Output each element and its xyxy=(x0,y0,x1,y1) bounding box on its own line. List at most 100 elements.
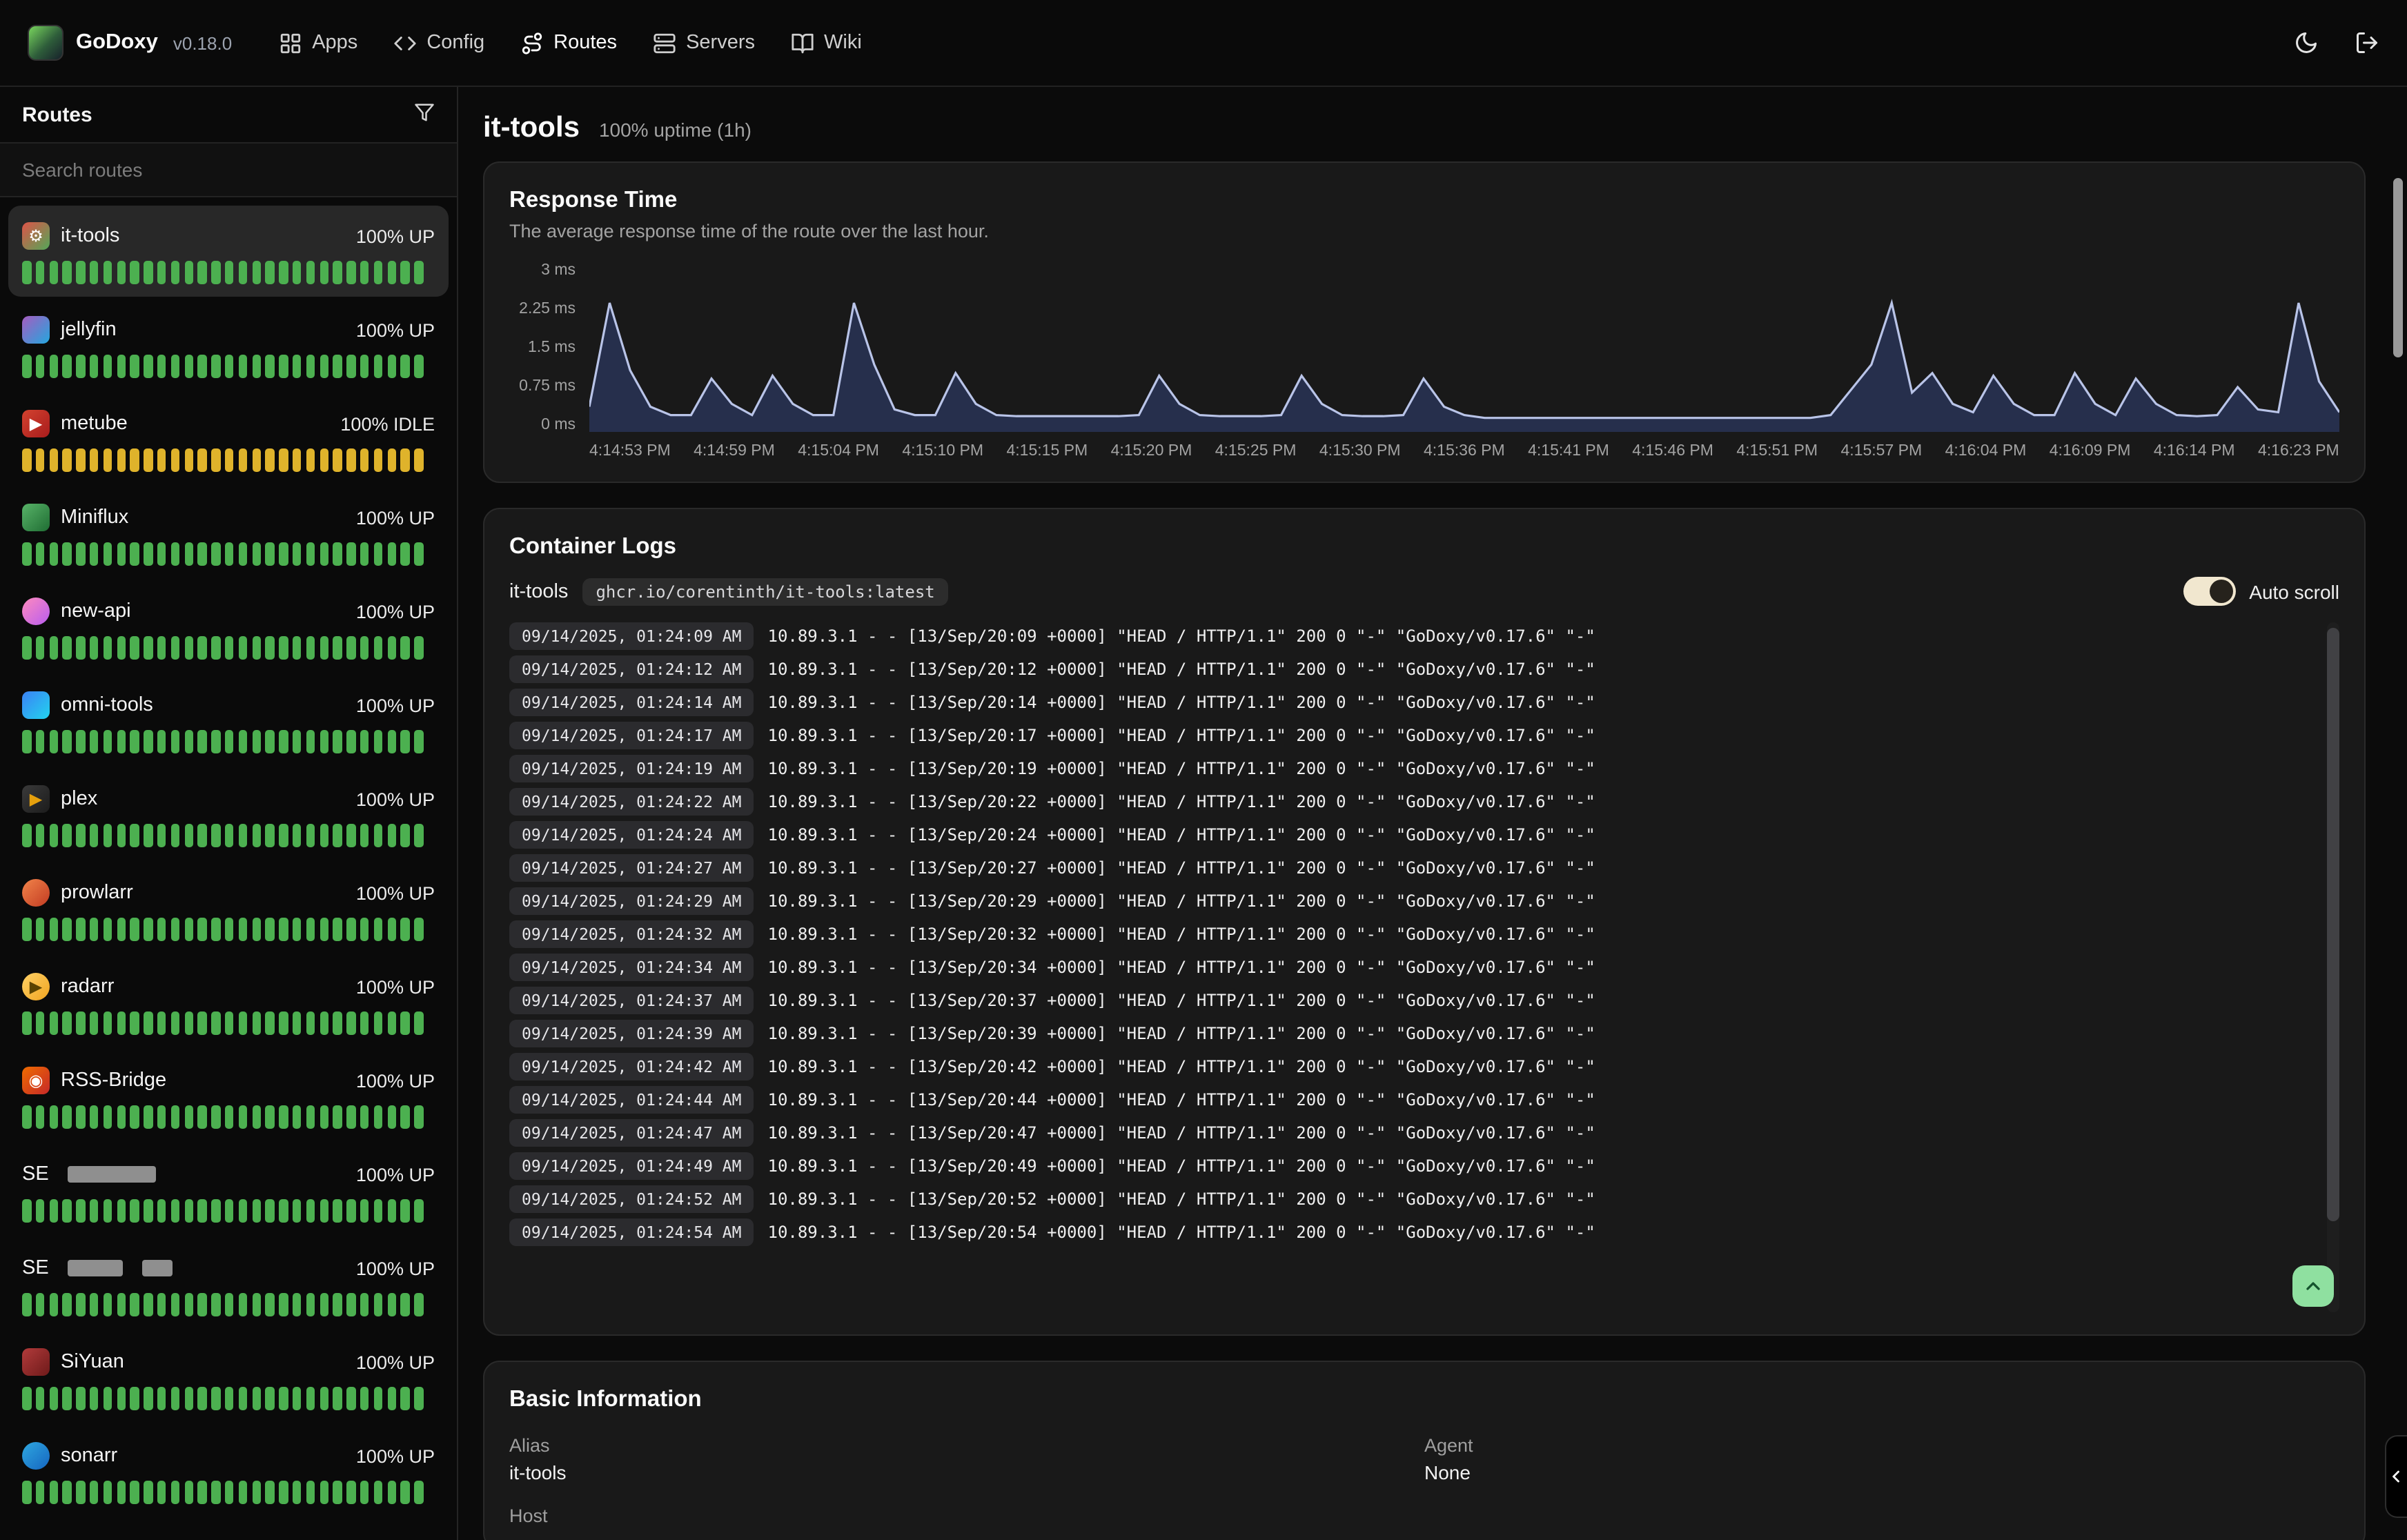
route-item[interactable]: sonarr100% UP xyxy=(8,1425,449,1517)
route-item[interactable]: jellyfin100% UP xyxy=(8,299,449,391)
uptime-bar xyxy=(333,261,342,284)
route-item[interactable]: SE100% UP xyxy=(8,1238,449,1329)
uptime-bar xyxy=(360,1105,369,1129)
theme-toggle-button[interactable] xyxy=(2294,30,2319,55)
uptime-bar xyxy=(333,1199,342,1223)
nav-wiki[interactable]: Wiki xyxy=(791,31,862,55)
uptime-bar xyxy=(373,1105,382,1129)
response-time-title: Response Time xyxy=(509,188,2339,214)
uptime-bar xyxy=(373,261,382,284)
uptime-bar xyxy=(387,355,396,378)
filter-icon xyxy=(414,102,435,123)
uptime-bar xyxy=(211,918,220,941)
uptime-bar xyxy=(36,542,45,566)
uptime-bar xyxy=(225,636,234,660)
uptime-bar xyxy=(36,448,45,472)
route-item[interactable]: omni-tools100% UP xyxy=(8,675,449,766)
y-tick-label: 1.5 ms xyxy=(528,341,576,355)
collapse-panel-tab[interactable] xyxy=(2385,1435,2407,1518)
x-tick-label: 4:16:23 PM xyxy=(2258,443,2339,460)
uptime-bar xyxy=(157,730,166,753)
sonarr-icon xyxy=(22,1442,50,1470)
log-message: 10.89.3.1 - - [13/Sep/20:42 +0000] "HEAD… xyxy=(768,1057,1595,1076)
scroll-to-bottom-button[interactable] xyxy=(2292,1265,2334,1307)
uptime-bar xyxy=(414,730,423,753)
route-item-row: jellyfin100% UP xyxy=(22,313,435,346)
uptime-bar xyxy=(401,448,410,472)
uptime-bar xyxy=(239,730,248,753)
auto-scroll-toggle[interactable] xyxy=(2183,577,2235,606)
uptime-bar xyxy=(90,542,99,566)
uptime-bar xyxy=(184,1293,193,1316)
uptime-bar xyxy=(293,636,302,660)
route-item[interactable]: new-api100% UP xyxy=(8,581,449,672)
x-tick-label: 4:14:53 PM xyxy=(589,443,671,460)
brand-name: GoDoxy xyxy=(76,30,158,55)
uptime-bar xyxy=(90,1011,99,1035)
route-item[interactable]: Miniflux100% UP xyxy=(8,487,449,578)
uptime-bar xyxy=(104,355,112,378)
route-item[interactable]: ▶radarr100% UP xyxy=(8,956,449,1047)
nav-config[interactable]: Config xyxy=(393,31,484,55)
brand[interactable]: GoDoxy v0.18.0 xyxy=(28,25,232,61)
uptime-bar xyxy=(266,261,275,284)
page-scrollbar-thumb[interactable] xyxy=(2393,178,2403,357)
uptime-bar xyxy=(211,1481,220,1504)
uptime-bar xyxy=(211,1105,220,1129)
filter-button[interactable] xyxy=(414,102,435,127)
uptime-bar xyxy=(22,636,31,660)
log-timestamp: 09/14/2025, 01:24:27 AM xyxy=(509,854,754,882)
uptime-bar xyxy=(239,1199,248,1223)
uptime-bar xyxy=(36,636,45,660)
uptime-bar xyxy=(266,636,275,660)
uptime-bar xyxy=(293,1481,302,1504)
uptime-bar xyxy=(333,355,342,378)
uptime-bars xyxy=(22,918,435,941)
nav-apps[interactable]: Apps xyxy=(279,31,357,55)
log-row: 09/14/2025, 01:24:52 AM10.89.3.1 - - [13… xyxy=(509,1185,2339,1213)
x-tick-label: 4:15:30 PM xyxy=(1319,443,1401,460)
info-field-agent: Agent None xyxy=(1424,1435,2339,1483)
log-timestamp: 09/14/2025, 01:24:37 AM xyxy=(509,987,754,1014)
uptime-bar xyxy=(346,355,355,378)
log-scrollbar[interactable] xyxy=(2327,622,2339,1312)
uptime-bar xyxy=(279,730,288,753)
uptime-bar xyxy=(36,730,45,753)
uptime-bar xyxy=(320,261,328,284)
route-item[interactable]: ◉RSS-Bridge100% UP xyxy=(8,1050,449,1141)
uptime-bar xyxy=(225,1199,234,1223)
route-item-row: prowlarr100% UP xyxy=(22,876,435,909)
nav-routes[interactable]: Routes xyxy=(520,31,617,55)
route-item[interactable]: SiYuan100% UP xyxy=(8,1332,449,1423)
uptime-bar xyxy=(401,1481,410,1504)
search-input[interactable] xyxy=(0,142,457,197)
uptime-bar xyxy=(414,1011,423,1035)
uptime-bar xyxy=(144,1481,153,1504)
uptime-bar xyxy=(22,1011,31,1035)
uptime-bar xyxy=(49,1481,58,1504)
logout-button[interactable] xyxy=(2355,30,2379,55)
x-tick-label: 4:15:36 PM xyxy=(1424,443,1505,460)
route-status: 100% UP xyxy=(356,226,435,246)
route-item[interactable]: ▶metube100% IDLE xyxy=(8,393,449,484)
nav-right xyxy=(2294,30,2379,55)
uptime-bar xyxy=(184,355,193,378)
nav-servers[interactable]: Servers xyxy=(653,31,755,55)
log-scrollbar-thumb[interactable] xyxy=(2327,628,2339,1221)
uptime-bar xyxy=(306,542,315,566)
uptime-bar xyxy=(104,730,112,753)
uptime-bar xyxy=(387,636,396,660)
uptime-bar xyxy=(306,918,315,941)
route-item[interactable]: ⚙it-tools100% UP xyxy=(8,206,449,297)
uptime-bar xyxy=(76,1481,85,1504)
godoxy-logo-icon xyxy=(28,25,63,61)
uptime-bar xyxy=(333,730,342,753)
route-item[interactable]: prowlarr100% UP xyxy=(8,862,449,954)
moon-icon xyxy=(2294,30,2319,55)
route-item[interactable]: SE100% UP xyxy=(8,1144,449,1235)
uptime-bar xyxy=(320,824,328,847)
uptime-bar xyxy=(36,1481,45,1504)
uptime-bar xyxy=(90,636,99,660)
response-time-card: Response Time The average response time … xyxy=(483,161,2366,483)
route-item[interactable]: ▶plex100% UP xyxy=(8,769,449,860)
